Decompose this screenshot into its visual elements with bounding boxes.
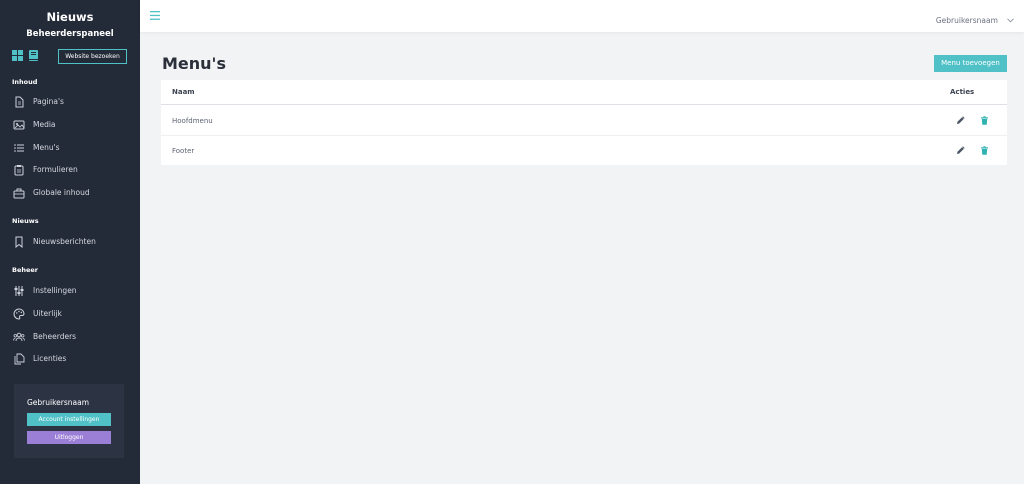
delete-trash-icon[interactable] — [980, 146, 989, 155]
sidebar-item-administrators[interactable]: Beheerders — [0, 329, 140, 347]
sidebar-item-label: Menu's — [33, 143, 60, 152]
sidebar-item-label: Uiterlijk — [33, 309, 62, 318]
sidebar-item-label: Instellingen — [33, 286, 77, 295]
section-title-content: Inhoud — [12, 78, 38, 86]
table-row: Footer — [161, 136, 1007, 166]
sidebar-item-label: Nieuwsberichten — [33, 237, 96, 246]
brand-title: Nieuws — [46, 10, 94, 24]
book-icon[interactable] — [28, 50, 39, 61]
briefcase-icon — [13, 188, 25, 199]
clipboard-icon — [14, 165, 24, 176]
topbar: Gebruikersnaam — [140, 0, 1024, 32]
palette-icon — [13, 308, 25, 320]
logout-button[interactable]: Uitloggen — [27, 431, 111, 444]
sidebar-item-label: Pagina's — [33, 97, 64, 106]
table-row: Hoofdmenu — [161, 106, 1007, 136]
sidebar-item-news-posts[interactable]: Nieuwsberichten — [0, 234, 140, 252]
users-icon — [13, 332, 25, 342]
list-icon — [14, 144, 24, 152]
user-menu[interactable]: Gebruikersnaam — [935, 10, 1014, 25]
sidebar-item-licenses[interactable]: Licenties — [0, 351, 140, 369]
image-icon — [13, 120, 25, 130]
sliders-icon — [14, 286, 24, 296]
sidebar-item-appearance[interactable]: Uiterlijk — [0, 306, 140, 324]
table-header: Naam Acties — [161, 80, 1007, 105]
sidebar-item-forms[interactable]: Formulieren — [0, 162, 140, 180]
sidebar-item-settings[interactable]: Instellingen — [0, 283, 140, 301]
sidebar-item-label: Media — [33, 120, 56, 129]
user-card: Gebruikersnaam Account instellingen Uitl… — [14, 384, 124, 458]
hamburger-menu-icon[interactable] — [150, 11, 160, 20]
quickbar: Website bezoeken — [12, 49, 128, 65]
sidebar: Nieuws Beheerderspaneel Website bezoeken… — [0, 0, 140, 484]
page-icon — [15, 96, 24, 108]
brand: Nieuws Beheerderspaneel — [0, 0, 140, 40]
sidebar-item-pages[interactable]: Pagina's — [0, 94, 140, 112]
menus-table: Naam Acties Hoofdmenu Footer — [161, 80, 1007, 165]
sidebar-item-media[interactable]: Media — [0, 117, 140, 135]
column-header-name: Naam — [172, 88, 195, 96]
add-menu-button[interactable]: Menu toevoegen — [934, 55, 1007, 72]
sidebar-item-global-content[interactable]: Globale inhoud — [0, 185, 140, 203]
section-title-admin: Beheer — [12, 266, 39, 274]
documents-icon — [14, 353, 25, 365]
menu-name-cell: Hoofdmenu — [172, 117, 213, 125]
dashboard-grid-icon[interactable] — [12, 50, 23, 61]
menu-name-cell: Footer — [172, 147, 195, 155]
sidebar-item-menus[interactable]: Menu's — [0, 140, 140, 158]
topbar-username: Gebruikersnaam — [935, 16, 998, 25]
edit-pencil-icon[interactable] — [956, 146, 965, 155]
account-settings-button[interactable]: Account instellingen — [27, 413, 111, 426]
section-title-news: Nieuws — [12, 217, 39, 225]
sidebar-item-label: Licenties — [33, 354, 67, 363]
column-header-actions: Acties — [950, 88, 975, 96]
delete-trash-icon[interactable] — [980, 116, 989, 125]
sidebar-item-label: Formulieren — [33, 165, 78, 174]
bookmark-icon — [15, 236, 23, 248]
visit-website-button[interactable]: Website bezoeken — [58, 49, 127, 64]
user-card-username: Gebruikersnaam — [27, 398, 90, 407]
edit-pencil-icon[interactable] — [956, 116, 965, 125]
brand-subtitle: Beheerderspaneel — [26, 29, 114, 39]
sidebar-item-label: Globale inhoud — [33, 188, 90, 197]
sidebar-item-label: Beheerders — [33, 332, 77, 341]
page-title: Menu's — [162, 54, 226, 73]
chevron-down-icon — [1007, 18, 1014, 23]
